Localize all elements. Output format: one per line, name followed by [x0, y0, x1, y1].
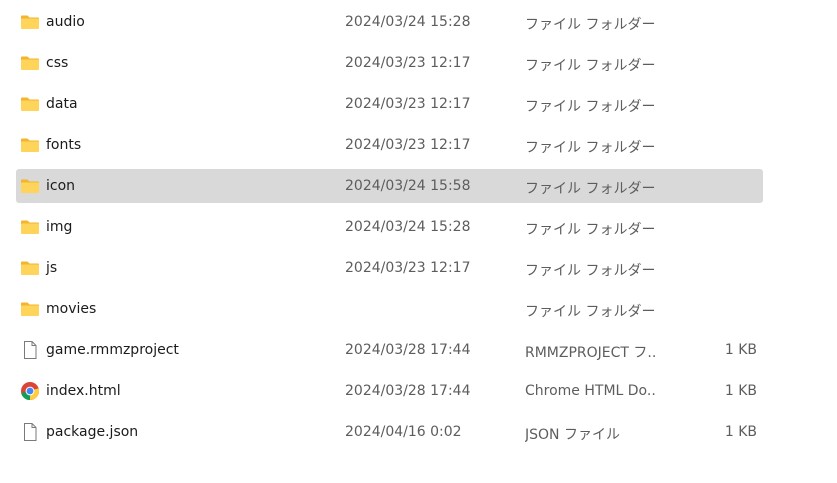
file-name: audio [46, 14, 85, 30]
date-modified: 2024/04/16 0:02 [345, 424, 462, 440]
file-type: ファイル フォルダー [525, 263, 655, 279]
file-type: ファイル フォルダー [525, 140, 655, 156]
date-modified: 2024/03/28 17:44 [345, 342, 471, 358]
file-row-game-rmmzproject[interactable]: game.rmmzproject 2024/03/28 17:44 RMMZPR… [16, 333, 763, 367]
file-name: icon [46, 178, 76, 194]
file-type: ファイル フォルダー [525, 181, 655, 197]
file-name: movies [46, 301, 97, 317]
date-modified: 2024/03/23 12:17 [345, 137, 471, 153]
file-row-index-html[interactable]: index.html 2024/03/28 17:44 Chrome HTML … [16, 374, 763, 408]
file-type: JSON ファイル [525, 427, 620, 443]
folder-icon [20, 12, 40, 32]
folder-icon [20, 217, 40, 237]
file-name: package.json [46, 424, 139, 440]
file-type: ファイル フォルダー [525, 304, 655, 320]
date-modified: 2024/03/24 15:58 [345, 178, 471, 194]
file-name: css [46, 55, 69, 71]
file-row-package-json[interactable]: package.json 2024/04/16 0:02 JSON ファイル 1… [16, 415, 763, 449]
date-modified: 2024/03/24 15:28 [345, 14, 471, 30]
file-name: fonts [46, 137, 82, 153]
file-name: index.html [46, 383, 121, 399]
folder-icon [20, 299, 40, 319]
file-name: img [46, 219, 73, 235]
chrome-icon [20, 381, 40, 401]
file-type: ファイル フォルダー [525, 222, 655, 238]
folder-icon [20, 176, 40, 196]
file-type: ファイル フォルダー [525, 99, 655, 115]
file-row-css[interactable]: css 2024/03/23 12:17 ファイル フォルダー [16, 46, 763, 80]
folder-icon [20, 135, 40, 155]
file-name: game.rmmzproject [46, 342, 179, 358]
date-modified: 2024/03/28 17:44 [345, 383, 471, 399]
date-modified: 2024/03/23 12:17 [345, 55, 471, 71]
file-name: js [46, 260, 58, 276]
folder-icon [20, 94, 40, 114]
date-modified: 2024/03/23 12:17 [345, 96, 471, 112]
file-type: RMMZPROJECT フ... [525, 345, 655, 361]
folder-icon [20, 258, 40, 278]
file-size: 1 KB [724, 383, 757, 399]
date-modified: 2024/03/24 15:28 [345, 219, 471, 235]
file-row-movies[interactable]: movies ファイル フォルダー [16, 292, 763, 326]
file-type: Chrome HTML Do... [525, 383, 655, 399]
file-row-data[interactable]: data 2024/03/23 12:17 ファイル フォルダー [16, 87, 763, 121]
file-row-icon[interactable]: icon 2024/03/24 15:58 ファイル フォルダー [16, 169, 763, 203]
file-list: audio 2024/03/24 15:28 ファイル フォルダー css 20… [0, 0, 837, 483]
file-row-img[interactable]: img 2024/03/24 15:28 ファイル フォルダー [16, 210, 763, 244]
file-type: ファイル フォルダー [525, 17, 655, 33]
file-name: data [46, 96, 78, 112]
document-icon [20, 422, 40, 442]
file-size: 1 KB [724, 424, 757, 440]
file-row-audio[interactable]: audio 2024/03/24 15:28 ファイル フォルダー [16, 5, 763, 39]
date-modified: 2024/03/23 12:17 [345, 260, 471, 276]
document-icon [20, 340, 40, 360]
folder-icon [20, 53, 40, 73]
file-type: ファイル フォルダー [525, 58, 655, 74]
file-row-js[interactable]: js 2024/03/23 12:17 ファイル フォルダー [16, 251, 763, 285]
file-size: 1 KB [724, 342, 757, 358]
file-row-fonts[interactable]: fonts 2024/03/23 12:17 ファイル フォルダー [16, 128, 763, 162]
